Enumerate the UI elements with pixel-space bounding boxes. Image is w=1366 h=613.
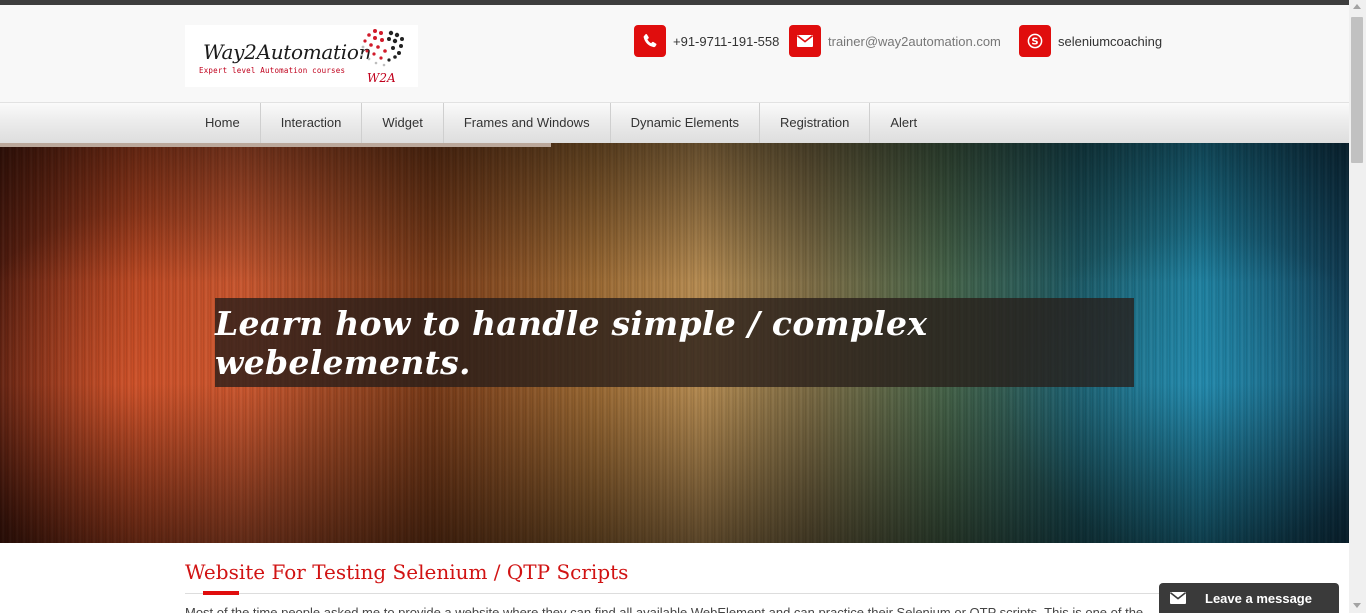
- contact-skype: S seleniumcoaching: [1019, 25, 1162, 57]
- scroll-up-arrow-icon[interactable]: [1353, 4, 1361, 9]
- hero-caption: Learn how to handle simple / complex web…: [215, 298, 1134, 387]
- hero-banner: Learn how to handle simple / complex web…: [0, 143, 1349, 543]
- svg-text:S: S: [1031, 37, 1038, 48]
- title-divider-accent: [203, 591, 239, 595]
- hero-caption-text: Learn how to handle simple / complex web…: [215, 303, 928, 382]
- logo-tagline: Expert level Automation courses: [199, 66, 346, 75]
- leave-message-label: Leave a message: [1205, 590, 1312, 606]
- nav-item-home[interactable]: Home: [185, 103, 261, 143]
- envelope-icon: [1167, 588, 1189, 608]
- nav-item-frames-and-windows[interactable]: Frames and Windows: [444, 103, 611, 143]
- contact-email-text[interactable]: trainer@way2automation.com: [828, 34, 1001, 49]
- logo-mark-icon: W2A: [360, 29, 404, 85]
- site-logo[interactable]: Way2Automation Expert level Automation c…: [185, 25, 418, 87]
- intro-paragraph: Most of the time people asked me to prov…: [185, 605, 1144, 613]
- main-nav: Home Interaction Widget Frames and Windo…: [0, 103, 1349, 144]
- scrollbar-thumb[interactable]: [1351, 17, 1363, 163]
- nav-item-dynamic-elements[interactable]: Dynamic Elements: [611, 103, 760, 143]
- svg-text:W2A: W2A: [367, 71, 396, 85]
- leave-message-button[interactable]: Leave a message: [1159, 583, 1339, 613]
- scroll-down-arrow-icon[interactable]: [1353, 603, 1361, 608]
- hero-accent-bar: [0, 143, 551, 147]
- nav-item-interaction[interactable]: Interaction: [261, 103, 363, 143]
- contact-phone-text[interactable]: +91-9711-191-558: [673, 34, 779, 49]
- title-divider: [185, 593, 1160, 594]
- site-header: Way2Automation Expert level Automation c…: [0, 5, 1349, 103]
- skype-icon: S: [1019, 25, 1051, 57]
- nav-item-registration[interactable]: Registration: [760, 103, 871, 143]
- nav-item-widget[interactable]: Widget: [362, 103, 444, 143]
- envelope-icon: [789, 25, 821, 57]
- contact-skype-text[interactable]: seleniumcoaching: [1058, 34, 1162, 49]
- phone-icon: [634, 25, 666, 57]
- page: Way2Automation Expert level Automation c…: [0, 0, 1349, 613]
- nav-list: Home Interaction Widget Frames and Windo…: [185, 103, 937, 143]
- contact-phone: +91-9711-191-558: [634, 25, 779, 57]
- logo-title: Way2Automation: [203, 40, 372, 64]
- section-title: Website For Testing Selenium / QTP Scrip…: [185, 560, 629, 584]
- contact-email: trainer@way2automation.com: [789, 25, 1001, 57]
- vertical-scrollbar[interactable]: [1349, 0, 1366, 613]
- nav-item-alert[interactable]: Alert: [870, 103, 937, 143]
